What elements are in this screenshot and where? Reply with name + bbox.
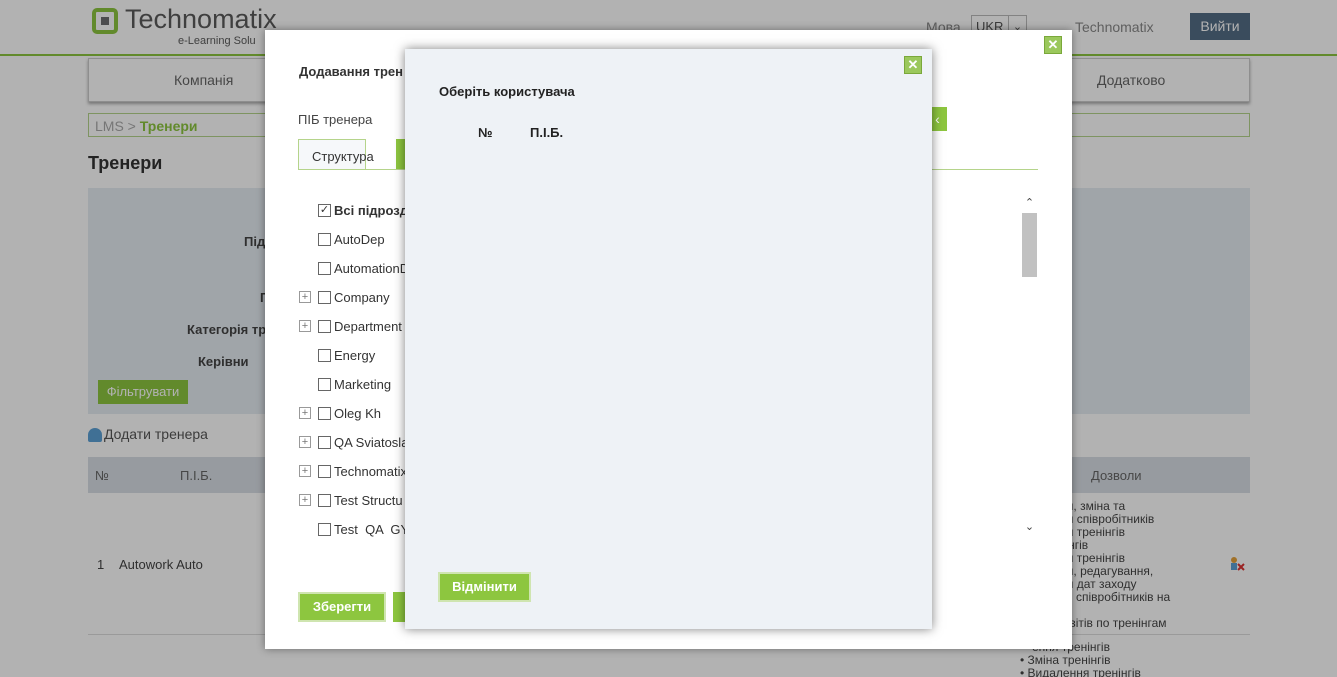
- checkbox[interactable]: [318, 262, 331, 275]
- checkbox-checked[interactable]: ✓: [318, 204, 331, 217]
- tree-item-label: AutomationD: [334, 261, 410, 276]
- close-icon[interactable]: ✕: [904, 56, 922, 74]
- scrollbar-thumb[interactable]: [1022, 213, 1037, 277]
- tree-item-label: Oleg Kh: [334, 406, 381, 421]
- tree-item-label: Technomatix: [334, 464, 407, 479]
- save-button[interactable]: Зберегти: [298, 592, 386, 622]
- checkbox[interactable]: [318, 465, 331, 478]
- checkbox[interactable]: [318, 378, 331, 391]
- tree-item-label: Test Structu: [334, 493, 403, 508]
- checkbox[interactable]: [318, 436, 331, 449]
- tree-item-label: Department: [334, 319, 402, 334]
- checkbox[interactable]: [318, 233, 331, 246]
- checkbox[interactable]: [318, 523, 331, 536]
- tree-item-label: Test QA GY: [334, 522, 410, 537]
- scroll-down-icon[interactable]: ⌄: [1021, 520, 1038, 537]
- checkbox[interactable]: [318, 349, 331, 362]
- checkbox[interactable]: [318, 494, 331, 507]
- trainer-name-label: ПІБ тренера: [298, 112, 373, 127]
- close-icon[interactable]: ✕: [1044, 36, 1062, 54]
- dialog-title: Оберіть користувача: [439, 84, 575, 99]
- expand-icon[interactable]: +: [299, 494, 311, 506]
- expand-icon[interactable]: +: [299, 407, 311, 419]
- tree-item-label: Company: [334, 290, 390, 305]
- expand-icon[interactable]: +: [299, 320, 311, 332]
- checkbox[interactable]: [318, 320, 331, 333]
- tree-item-label: QA Sviatosla: [334, 435, 409, 450]
- expand-icon[interactable]: +: [299, 291, 311, 303]
- column-header-name: П.І.Б.: [530, 125, 564, 140]
- dialog-title: Додавання трен: [299, 64, 404, 79]
- tree-item-label: AutoDep: [334, 232, 385, 247]
- secondary-button[interactable]: [393, 592, 405, 622]
- cancel-button[interactable]: Відмінити: [438, 572, 531, 602]
- checkbox[interactable]: [318, 291, 331, 304]
- tree-item-label: Всі підрозд: [334, 203, 408, 218]
- tab-structure[interactable]: Структура: [298, 139, 374, 170]
- expand-icon[interactable]: +: [299, 436, 311, 448]
- scroll-up-icon[interactable]: ⌃: [1021, 196, 1038, 213]
- expand-icon[interactable]: +: [299, 465, 311, 477]
- tree-item-label: Energy: [334, 348, 376, 363]
- tree-item-label: Marketing: [334, 377, 392, 392]
- column-header-num: №: [478, 125, 493, 140]
- checkbox[interactable]: [318, 407, 331, 420]
